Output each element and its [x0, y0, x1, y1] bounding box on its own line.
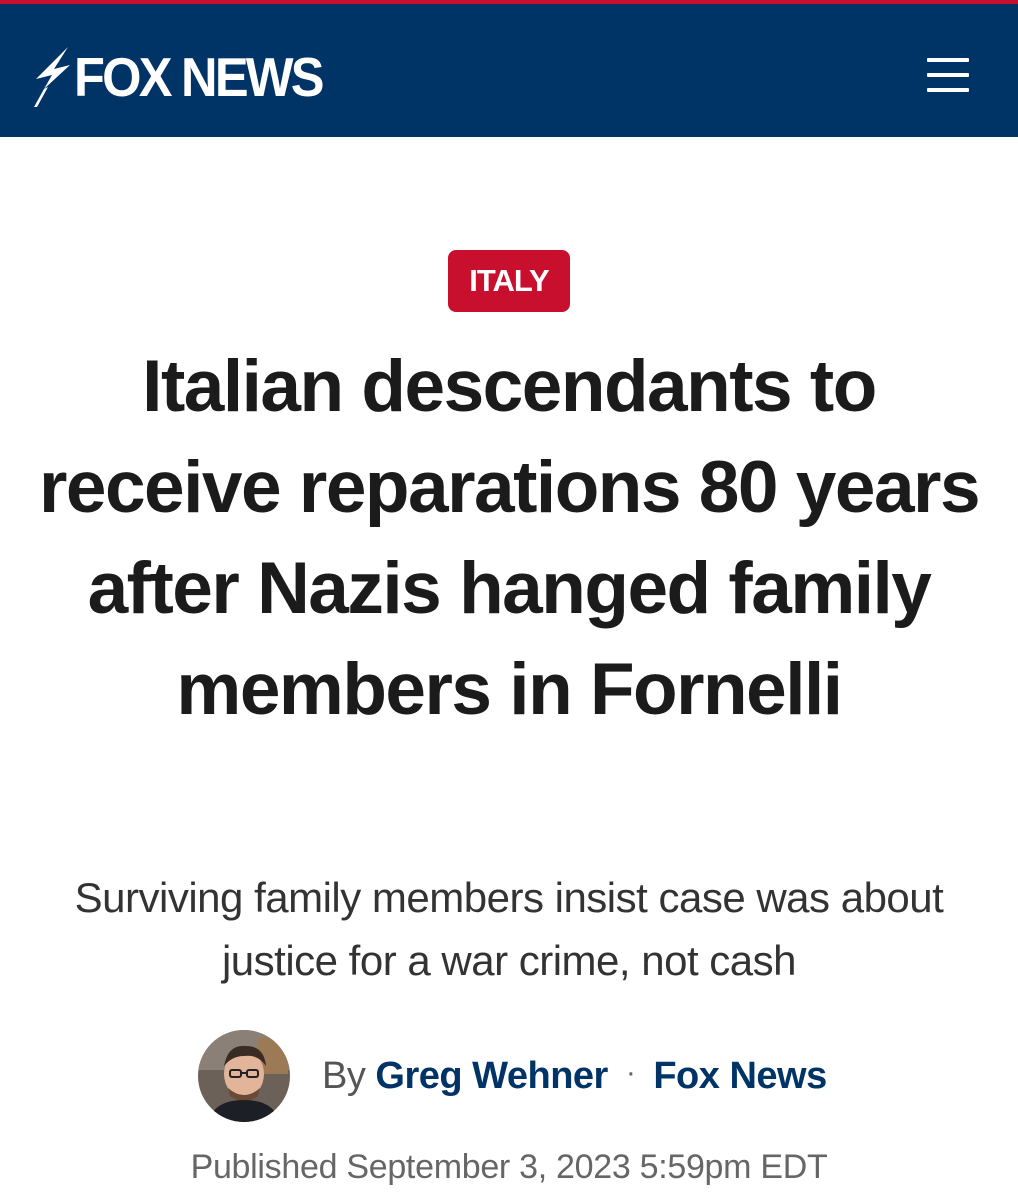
fox-news-logo[interactable]: FOX NEWS — [30, 42, 343, 112]
logo-wordmark: FOX NEWS — [74, 45, 325, 108]
hamburger-menu-icon[interactable] — [925, 52, 973, 98]
author-name-link[interactable]: Greg Wehner — [375, 1055, 608, 1097]
outlet-link[interactable]: Fox News — [653, 1055, 827, 1097]
byline-separator: · — [625, 1055, 636, 1089]
category-badge[interactable]: ITALY — [448, 250, 570, 312]
published-timestamp: Published September 3, 2023 5:59pm EDT — [190, 1148, 828, 1186]
byline-prefix: By — [322, 1054, 366, 1097]
article-subheadline: Surviving family members insist case was… — [74, 874, 944, 984]
byline-text: By Greg Wehner · Fox News — [322, 1055, 827, 1098]
article-headline: Italian descendants to receive reparatio… — [38, 346, 981, 730]
author-byline: By Greg Wehner · Fox News — [198, 1030, 827, 1122]
site-header: FOX NEWS — [0, 4, 1018, 137]
author-avatar[interactable] — [198, 1030, 290, 1122]
author-photo — [198, 1030, 290, 1122]
logo-spark-icon — [34, 47, 70, 107]
